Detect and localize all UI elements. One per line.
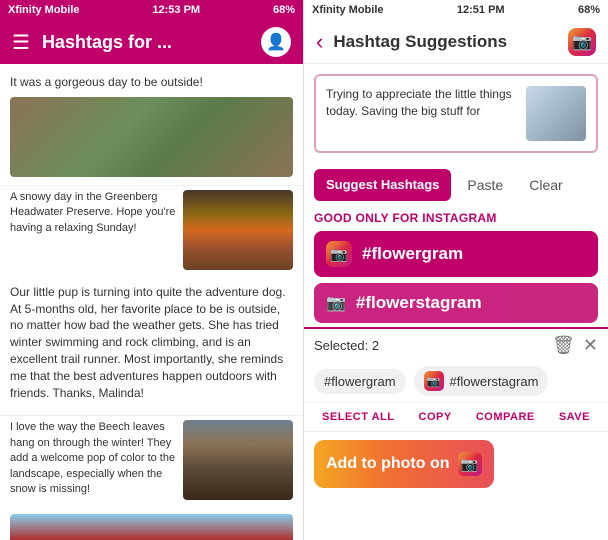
post-image	[183, 190, 293, 270]
instagram-icon: 📷	[326, 293, 346, 313]
post-image-placeholder	[10, 514, 293, 540]
list-item[interactable]: Our little pup is turning into quite the…	[0, 274, 303, 417]
hashtag-text: #flowerstagram	[356, 293, 482, 313]
selected-tag[interactable]: 📷 #flowerstagram	[414, 366, 549, 396]
list-item[interactable]: A snowy day in the Greenberg Headwater P…	[0, 186, 303, 274]
post-image-placeholder	[10, 97, 293, 177]
hashtag-row[interactable]: 📷 #flowergram	[314, 231, 598, 277]
selected-tag[interactable]: #flowergram	[314, 369, 406, 394]
caption-thumbnail	[526, 86, 586, 141]
selection-panel: Selected: 2 🗑 ✕ #flowergram 📷 #flowersta…	[304, 327, 608, 494]
left-time: 12:53 PM	[152, 4, 200, 16]
compare-button[interactable]: COMPARE	[470, 407, 541, 427]
action-buttons-row: SELECT ALL COPY COMPARE SAVE	[304, 402, 608, 432]
selected-tag-text: #flowerstagram	[450, 374, 539, 389]
instagram-icon-inline: 📷	[458, 452, 482, 476]
paste-button[interactable]: Paste	[457, 169, 513, 201]
avatar-symbol: 👤	[266, 32, 286, 52]
list-item[interactable]: It was a gorgeous day to be outside!	[0, 64, 303, 186]
selection-header: Selected: 2 🗑 ✕	[304, 329, 608, 362]
add-to-photo-button[interactable]: Add to photo on 📷	[314, 440, 494, 488]
hashtag-row[interactable]: 📷 #flowerstagram	[314, 283, 598, 323]
left-carrier: Xfinity Mobile	[8, 4, 80, 16]
post-text: I love the way the Beech leaves hang on …	[10, 420, 179, 500]
right-carrier: Xfinity Mobile	[312, 4, 384, 16]
close-icon[interactable]: ✕	[583, 335, 598, 356]
left-content: It was a gorgeous day to be outside! A s…	[0, 64, 303, 540]
caption-box: Trying to appreciate the little things t…	[314, 74, 598, 153]
right-title: Hashtag Suggestions	[333, 32, 558, 52]
right-panel: Xfinity Mobile 12:51 PM 68% ‹ Hashtag Su…	[304, 0, 608, 540]
good-only-label: GOOD ONLY FOR INSTAGRAM	[304, 207, 608, 231]
ig-symbol: 📷	[326, 295, 346, 312]
add-to-photo-label: Add to photo on	[326, 455, 450, 473]
selected-tags-row: #flowergram 📷 #flowerstagram	[304, 362, 608, 402]
right-battery: 68%	[578, 4, 600, 16]
left-panel: Xfinity Mobile 12:53 PM 68% ☰ Hashtags f…	[0, 0, 304, 540]
instagram-icon-small: 📷	[424, 371, 444, 391]
left-header: ☰ Hashtags for ... 👤	[0, 20, 303, 64]
trash-icon[interactable]: 🗑	[552, 335, 575, 356]
right-time: 12:51 PM	[457, 4, 505, 16]
list-item[interactable]: I love the way the Beech leaves hang on …	[0, 416, 303, 504]
post-text: It was a gorgeous day to be outside!	[10, 74, 293, 91]
ig-inline-symbol: 📷	[461, 456, 478, 473]
selected-tag-text: #flowergram	[324, 374, 396, 389]
caption-text: Trying to appreciate the little things t…	[326, 86, 518, 141]
select-all-button[interactable]: SELECT ALL	[316, 407, 400, 427]
action-bar: Suggest Hashtags Paste Clear	[304, 163, 608, 207]
post-image	[10, 97, 293, 177]
ig-symbol: 📷	[330, 246, 347, 263]
right-status-bar: Xfinity Mobile 12:51 PM 68%	[304, 0, 608, 20]
right-header: ‹ Hashtag Suggestions 📷	[304, 20, 608, 64]
camera-icon: 📷	[572, 32, 592, 52]
instagram-icon: 📷	[326, 241, 352, 267]
instagram-icon[interactable]: 📷	[568, 28, 596, 56]
left-title: Hashtags for ...	[42, 32, 249, 53]
list-item[interactable]	[0, 504, 303, 540]
clear-button[interactable]: Clear	[519, 169, 572, 201]
post-image	[183, 420, 293, 500]
back-button[interactable]: ‹	[316, 29, 323, 55]
save-button[interactable]: SAVE	[553, 407, 596, 427]
hashtag-text: #flowergram	[362, 244, 463, 264]
avatar-icon[interactable]: 👤	[261, 27, 291, 57]
post-text: A snowy day in the Greenberg Headwater P…	[10, 190, 179, 270]
left-battery: 68%	[273, 4, 295, 16]
post-text: Our little pup is turning into quite the…	[10, 284, 293, 402]
left-status-bar: Xfinity Mobile 12:53 PM 68%	[0, 0, 303, 20]
selected-count: Selected: 2	[314, 338, 544, 353]
ig-sm-symbol: 📷	[427, 375, 441, 388]
suggest-hashtags-button[interactable]: Suggest Hashtags	[314, 169, 451, 201]
post-image	[10, 514, 293, 540]
menu-icon[interactable]: ☰	[12, 30, 30, 55]
copy-button[interactable]: COPY	[413, 407, 458, 427]
